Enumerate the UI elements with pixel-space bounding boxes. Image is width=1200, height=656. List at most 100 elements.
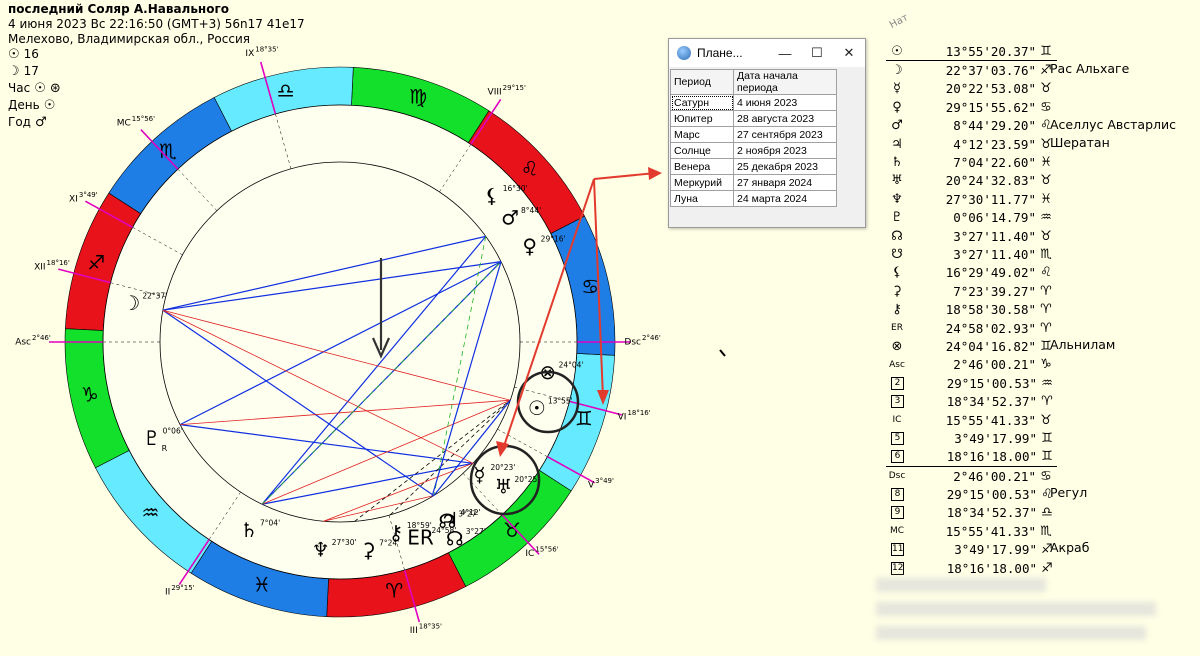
body-position: 24°04'16.82": [945, 338, 1036, 354]
period-start-date[interactable]: 25 декабря 2023: [733, 158, 837, 175]
house-cusp-label: Asc 2°46': [15, 334, 51, 348]
period-start-date[interactable]: 27 сентября 2023: [733, 126, 837, 143]
planet-degree: 24°04': [559, 361, 584, 370]
cusp-name: Dsc: [624, 338, 641, 348]
cusp-degree: 2°46': [32, 334, 51, 342]
period-planet[interactable]: Луна: [670, 190, 734, 207]
planet-degree: 7°04': [260, 518, 280, 527]
body-position: 2°46'00.21": [953, 468, 1036, 484]
zodiac-sign-icon: ♏: [1040, 523, 1052, 539]
cusp-degree: 18°35': [255, 45, 278, 53]
planet-degree: 0°06': [163, 426, 183, 435]
position-row: ♂ 8°44'29.20" ♌: [886, 117, 1057, 135]
annotation-arrow-red-head: [648, 167, 662, 180]
planet-glyph-icon: ♆: [312, 538, 330, 562]
zodiac-sign-icon: ♉: [503, 518, 521, 542]
planet-degree: 8°44': [521, 206, 541, 215]
body-position: 16°29'49.02": [945, 265, 1036, 281]
period-start-date[interactable]: 2 ноября 2023: [733, 142, 837, 159]
body-glyph-icon: MC: [889, 526, 905, 537]
zodiac-sign-icon: ♒: [1040, 210, 1052, 226]
cusp-degree: 29°15': [171, 584, 194, 592]
close-button[interactable]: ✕: [833, 45, 865, 61]
body-glyph-icon: IC: [892, 415, 902, 425]
period-start-date[interactable]: 24 марта 2024: [733, 190, 837, 207]
period-planet[interactable]: Марс: [670, 126, 734, 143]
period-start-date[interactable]: 28 августа 2023: [733, 110, 837, 127]
body-glyph-icon: ☊: [891, 228, 903, 244]
window-titlebar[interactable]: Плане... — ☐ ✕: [669, 39, 865, 67]
planet-glyph-icon: ♂: [501, 205, 519, 229]
position-row: ☊ 3°27'11.40" ♉: [886, 227, 1057, 245]
cusp-degree: 18°35': [419, 623, 442, 631]
periods-window[interactable]: Плане... — ☐ ✕ Период Дата начала период…: [668, 38, 866, 228]
period-row[interactable]: Сатурн 4 июня 2023: [670, 94, 837, 111]
position-row: ER 24°58'02.93" ♈: [886, 319, 1057, 337]
body-glyph-icon: ♆: [891, 191, 903, 207]
periods-table[interactable]: Период Дата начала периода Сатурн 4 июня …: [670, 69, 837, 207]
body-glyph-icon: ⊗: [891, 338, 903, 354]
cusp-degree: 15°56': [132, 115, 155, 123]
house-cusp-label: MC 15°56': [117, 115, 155, 129]
cusp-degree: 18°16': [47, 259, 70, 267]
zodiac-sign-icon: ♊: [1041, 449, 1053, 465]
body-glyph-icon: 12: [891, 561, 904, 575]
planet-degree: 22°37': [142, 292, 167, 301]
body-position: 18°34'52.37": [946, 505, 1037, 521]
period-row[interactable]: Марс 27 сентября 2023: [670, 126, 837, 143]
zodiac-sign-icon: ♉: [1040, 412, 1052, 428]
body-position: 3°27'11.40": [953, 228, 1036, 244]
window-title: Плане...: [697, 46, 743, 60]
period-planet[interactable]: Меркурий: [670, 174, 734, 191]
body-position: 24°58'02.93": [945, 320, 1036, 336]
position-row: ☿ 20°22'53.08" ♉: [886, 80, 1057, 98]
body-position: 15°55'41.33": [945, 412, 1036, 428]
period-planet[interactable]: Солнце: [670, 142, 734, 159]
position-row: ⊗ 24°04'16.82" ♊: [886, 337, 1057, 355]
body-glyph-icon: 3: [891, 395, 904, 409]
body-position: 3°27'11.40": [953, 246, 1036, 262]
zodiac-sign-icon: ♉: [1040, 173, 1052, 189]
blurred-text: [876, 626, 1146, 640]
house-cusp-label: VI 18°16': [618, 409, 651, 423]
maximize-button[interactable]: ☐: [801, 45, 833, 61]
position-row: ♆ 27°30'11.77" ♓: [886, 190, 1057, 208]
planet-glyph-icon: ☽: [122, 291, 140, 315]
body-glyph-icon: ♃: [891, 136, 903, 152]
zodiac-sign-icon: ♉: [1040, 81, 1052, 97]
zodiac-sign-icon: ♎: [1041, 505, 1053, 521]
planet-degree: 29°16': [541, 234, 566, 243]
body-glyph-icon: Dsc: [888, 471, 906, 482]
position-row: 6 18°16'18.00" ♊: [886, 448, 1057, 467]
period-start-date[interactable]: 27 января 2024: [733, 174, 837, 191]
planet-glyph-icon: ♀: [522, 234, 537, 258]
position-row: 12 18°16'18.00" ♐: [886, 559, 1057, 577]
period-row[interactable]: Венера 25 декабря 2023: [670, 158, 837, 175]
period-planet[interactable]: Венера: [670, 158, 734, 175]
planet-glyph-icon: ☉: [528, 396, 546, 420]
body-glyph-icon: 11: [891, 543, 904, 557]
period-row[interactable]: Луна 24 марта 2024: [670, 190, 837, 207]
fixed-star-name: Шератан: [1050, 135, 1110, 150]
period-planet[interactable]: Сатурн: [670, 94, 734, 111]
blurred-text: [876, 578, 1046, 592]
body-glyph-icon: ♂: [891, 118, 903, 134]
cusp-degree: 3°49': [79, 191, 98, 199]
period-row[interactable]: Меркурий 27 января 2024: [670, 174, 837, 191]
zodiac-sign-icon: ♑: [1040, 357, 1052, 373]
period-row[interactable]: Юпитер 28 августа 2023: [670, 110, 837, 127]
period-planet[interactable]: Юпитер: [670, 110, 734, 127]
period-row[interactable]: Солнце 2 ноября 2023: [670, 142, 837, 159]
inner-ring: [102, 104, 578, 580]
fixed-star-name: Аселлус Австарлис: [1050, 116, 1176, 132]
period-start-date[interactable]: 4 июня 2023: [733, 94, 837, 111]
house-cusp-label: XI 3°49': [69, 191, 98, 205]
column-header-start-date[interactable]: Дата начала периода: [733, 69, 837, 95]
position-row: ☋ 3°27'11.40" ♏: [886, 245, 1057, 263]
body-position: 20°22'53.08": [945, 81, 1036, 97]
column-header-period[interactable]: Период: [670, 69, 734, 95]
body-glyph-icon: ♅: [891, 173, 903, 189]
minimize-button[interactable]: —: [769, 46, 801, 61]
planet-glyph-icon: ⚳: [361, 538, 376, 562]
body-glyph-icon: ☽: [891, 63, 903, 79]
